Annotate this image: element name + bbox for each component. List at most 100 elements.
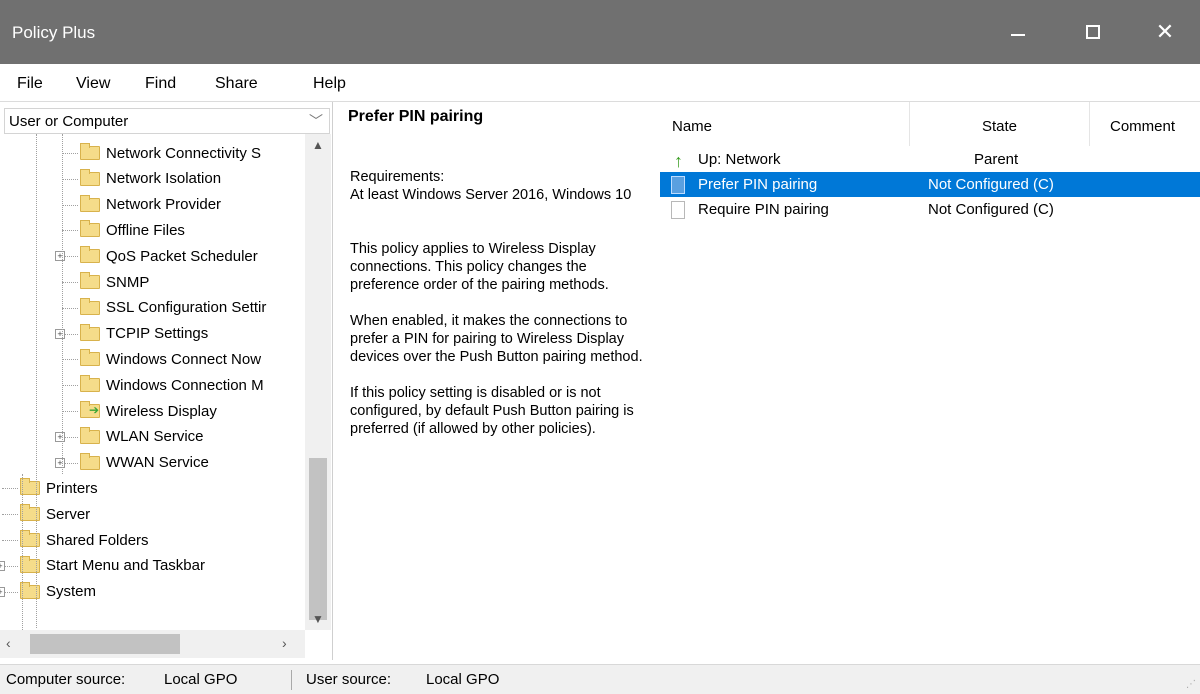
folder-icon	[20, 478, 40, 496]
folder-icon	[80, 375, 100, 393]
tree-item-label: Shared Folders	[46, 531, 149, 549]
folder-icon	[20, 555, 40, 573]
tree-item[interactable]: Windows Connection M	[80, 372, 264, 398]
category-tree[interactable]: Network Connectivity S Network Isolation N…	[0, 134, 305, 630]
tree-item-label: Wireless Display	[106, 402, 217, 420]
requirements-label: Requirements:	[350, 169, 445, 185]
tree-item[interactable]: Wireless Display	[80, 398, 217, 424]
description-para-3: If this policy setting is disabled or is…	[350, 385, 634, 437]
tree-item[interactable]: Start Menu and Taskbar	[20, 553, 205, 579]
computer-source-value: Local GPO	[164, 671, 238, 688]
scroll-down-icon[interactable]: ▼	[312, 612, 324, 626]
tree-item[interactable]: Offline Files	[80, 217, 185, 243]
policy-row-state: Not Configured (C)	[928, 176, 1054, 193]
tree-item-label: WLAN Service	[106, 428, 204, 446]
tree-connector	[62, 411, 78, 412]
status-separator	[291, 670, 292, 690]
minimize-icon	[1011, 34, 1025, 36]
scope-combo[interactable]: User or Computer ﹀	[4, 108, 330, 134]
menu-share[interactable]: Share	[215, 75, 258, 93]
window-title: Policy Plus	[12, 23, 96, 42]
expand-icon[interactable]: +	[55, 457, 65, 468]
expand-icon[interactable]: +	[0, 586, 5, 597]
close-icon: ✕	[1155, 19, 1175, 44]
tree-item[interactable]: Network Connectivity S	[80, 140, 261, 166]
menu-view[interactable]: View	[76, 75, 110, 93]
policy-description: Requirements: At least Windows Server 20…	[350, 168, 650, 456]
status-bar: Computer source: Local GPO User source: …	[0, 664, 1200, 694]
tree-item-label: Windows Connect Now	[106, 350, 262, 368]
tree-item[interactable]: Printers	[20, 475, 98, 501]
tree-item[interactable]: Server	[20, 501, 90, 527]
scroll-thumb[interactable]	[309, 458, 327, 620]
tree-item[interactable]: QoS Packet Scheduler	[80, 243, 258, 269]
policy-row-name: Prefer PIN pairing	[698, 176, 818, 193]
tree-item-label: Offline Files	[106, 221, 185, 239]
menu-help[interactable]: Help	[313, 75, 346, 93]
tree-item-label: Start Menu and Taskbar	[46, 557, 205, 575]
expand-icon[interactable]: +	[0, 560, 5, 571]
tree-connector	[62, 178, 78, 180]
folder-icon	[20, 581, 40, 599]
hscroll-thumb[interactable]	[30, 634, 180, 654]
tree-item[interactable]: Network Isolation	[80, 166, 221, 192]
tree-item-label: QoS Packet Scheduler	[106, 247, 258, 265]
folder-icon	[80, 297, 100, 315]
tree-item[interactable]: Shared Folders	[20, 527, 149, 553]
description-para-2: When enabled, it makes the connections t…	[350, 313, 643, 365]
scroll-left-icon[interactable]: ‹	[6, 635, 11, 651]
column-header-comment[interactable]: Comment	[1090, 102, 1200, 146]
menu-file[interactable]: File	[17, 75, 43, 93]
up-arrow-icon: ↑	[674, 151, 683, 171]
policy-row-state: Parent	[974, 151, 1019, 168]
requirements-value: At least Windows Server 2016, Windows 10	[350, 187, 632, 203]
tree-connector	[62, 204, 78, 206]
tree-horizontal-scrollbar[interactable]: ‹ ›	[0, 630, 305, 658]
tree-item[interactable]: WLAN Service	[80, 424, 204, 450]
tree-item-label: Network Provider	[106, 196, 222, 214]
policy-row-name: Up: Network	[698, 151, 781, 168]
policy-row[interactable]: Prefer PIN pairing Not Configured (C)	[660, 172, 1200, 197]
scroll-up-icon[interactable]: ▲	[312, 138, 324, 152]
folder-icon	[80, 220, 100, 238]
close-button[interactable]: ✕	[1130, 0, 1200, 64]
expand-icon[interactable]: +	[55, 328, 65, 339]
folder-icon	[80, 452, 100, 470]
tree-item-label: Network Connectivity S	[106, 144, 262, 162]
tree-connector	[22, 474, 23, 630]
policy-document-icon	[671, 176, 685, 194]
tree-item[interactable]: System	[20, 579, 96, 605]
scope-combo-value: User or Computer	[9, 113, 129, 130]
tree-vertical-scrollbar[interactable]: ▲ ▼	[305, 134, 331, 630]
maximize-button[interactable]	[1058, 0, 1128, 64]
tree-item[interactable]: Windows Connect Now	[80, 346, 261, 372]
policy-row[interactable]: Require PIN pairing Not Configured (C)	[660, 197, 1200, 222]
description-para-1: This policy applies to Wireless Display …	[350, 241, 609, 293]
column-header-name[interactable]: Name	[660, 102, 910, 146]
folder-icon	[80, 194, 100, 212]
description-panel: Prefer PIN pairing Requirements: At leas…	[334, 102, 660, 660]
resize-grip-icon[interactable]: ⋰	[1186, 679, 1196, 690]
folder-icon	[80, 349, 100, 367]
tree-item[interactable]: SSL Configuration Settir	[80, 295, 266, 321]
tree-connector	[2, 540, 18, 541]
folder-icon	[80, 168, 100, 186]
folder-icon	[20, 530, 40, 547]
tree-item[interactable]: TCPIP Settings	[80, 321, 208, 347]
tree-item[interactable]: SNMP	[80, 269, 149, 295]
tree-item-label: Server	[46, 505, 91, 523]
folder-icon	[80, 323, 100, 341]
scroll-right-icon[interactable]: ›	[282, 635, 287, 651]
expand-icon[interactable]: +	[55, 431, 65, 442]
menu-find[interactable]: Find	[145, 75, 176, 93]
tree-item[interactable]: WWAN Service	[80, 450, 209, 476]
minimize-button[interactable]	[983, 0, 1053, 64]
tree-item[interactable]: Network Provider	[80, 192, 221, 218]
category-panel: User or Computer ﹀ Network Connectivity …	[0, 102, 333, 660]
tree-connector	[62, 230, 78, 232]
expand-icon[interactable]: +	[55, 251, 65, 262]
tree-connector	[36, 134, 37, 628]
maximize-icon	[1086, 25, 1100, 39]
column-header-state[interactable]: State	[910, 102, 1090, 146]
policy-row[interactable]: ↑ Up: Network Parent	[660, 147, 1200, 172]
